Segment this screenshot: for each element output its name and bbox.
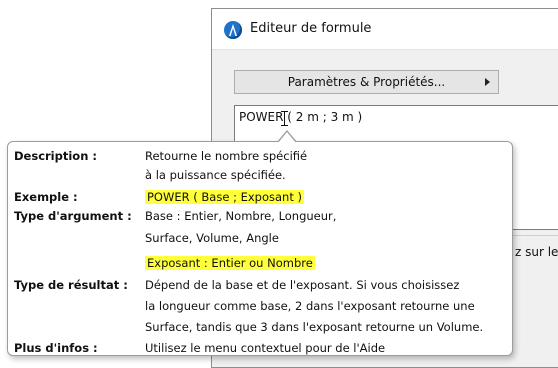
exponent-highlight: Exposant : Entier ou Nombre (145, 256, 315, 270)
window-title: Editeur de formule (250, 21, 372, 36)
argument-type-label: Type d'argument : (14, 209, 132, 223)
function-tooltip: Description : Retourne le nombre spécifi… (7, 130, 513, 356)
ibeam-cursor-icon (281, 111, 288, 126)
example-text: POWER ( Base ; Exposant ) (145, 190, 304, 204)
description-line-2: à la puissance spécifiée. (145, 168, 286, 182)
archicad-app-icon (224, 21, 242, 39)
formula-text: POWER ( 2 m ; 3 m ) (239, 110, 363, 124)
example-highlight: POWER ( Base ; Exposant ) (145, 190, 304, 204)
hint-text-fragment: z sur le (515, 245, 558, 259)
example-label: Exemple : (14, 190, 78, 204)
more-info-text: Utilisez le menu contextuel pour de l'Ai… (145, 341, 386, 355)
argument-type-line-3: Exposant : Entier ou Nombre (145, 256, 315, 270)
description-label: Description : (14, 149, 97, 163)
title-bar[interactable]: Editeur de formule (212, 9, 558, 50)
parameters-properties-label: Paramètres & Propriétés... (287, 75, 446, 89)
description-line-1: Retourne le nombre spécifié (145, 149, 308, 163)
result-type-line-2: la longueur comme base, 2 dans l'exposan… (145, 299, 475, 313)
result-type-label: Type de résultat : (14, 278, 128, 292)
argument-type-line-1: Base : Entier, Nombre, Longueur, (145, 209, 337, 223)
more-info-label: Plus d'infos : (14, 341, 98, 355)
argument-type-line-2: Surface, Volume, Angle (145, 231, 279, 245)
result-type-line-3: Surface, tandis que 3 dans l'exposant re… (145, 320, 484, 334)
parameters-properties-button[interactable]: Paramètres & Propriétés... (234, 70, 499, 94)
result-type-line-1: Dépend de la base et de l'exposant. Si v… (145, 278, 460, 292)
submenu-arrow-icon (485, 78, 490, 86)
